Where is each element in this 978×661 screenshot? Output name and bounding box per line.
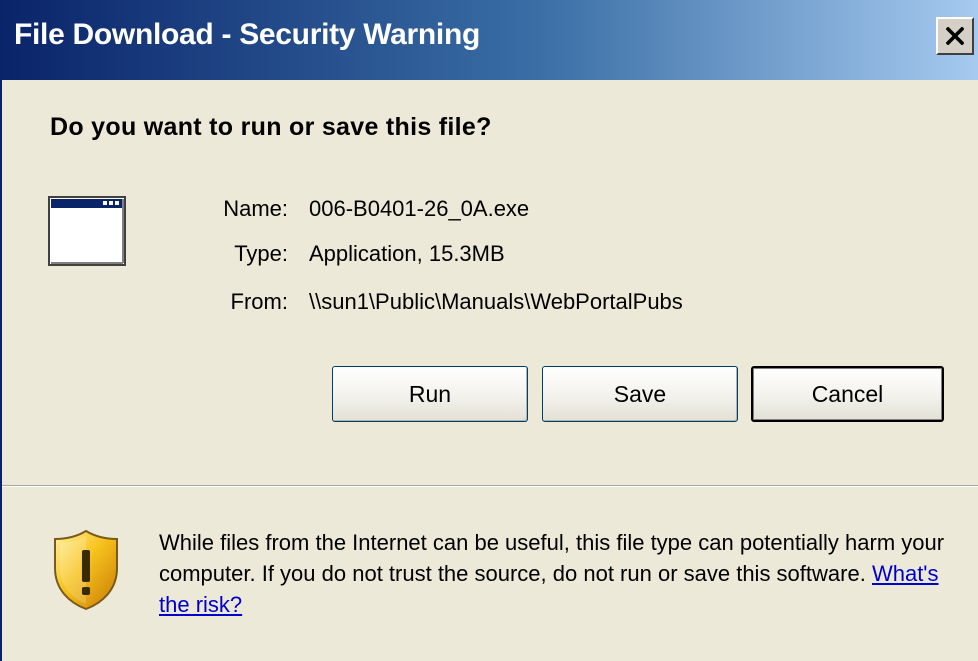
dialog-question: Do you want to run or save this file? (50, 113, 492, 141)
divider (2, 485, 978, 487)
from-label: From: (230, 289, 288, 314)
security-shield-icon (50, 528, 122, 612)
save-button[interactable]: Save (542, 366, 738, 422)
application-window-icon (48, 196, 126, 266)
title-bar[interactable]: File Download - Security Warning (2, 0, 978, 80)
file-source-value: \\sun1\Public\Manuals\WebPortalPubs (309, 289, 683, 314)
close-icon (946, 27, 964, 45)
run-button[interactable]: Run (332, 366, 528, 422)
name-label: Name: (223, 196, 288, 221)
from-label-box: From: (192, 289, 288, 319)
name-label-box: Name: (192, 196, 288, 226)
window-title: File Download - Security Warning (14, 18, 480, 51)
file-type-value: Application, 15.3MB (309, 241, 505, 266)
file-name-value: 006-B0401-26_0A.exe (309, 196, 530, 221)
security-warning-text: While files from the Internet can be use… (159, 527, 959, 620)
file-download-dialog: File Download - Security Warning Do you … (0, 0, 978, 661)
warning-message: While files from the Internet can be use… (159, 530, 945, 586)
cancel-button[interactable]: Cancel (751, 366, 944, 422)
close-button[interactable] (936, 17, 974, 55)
type-label-box: Type: (192, 241, 288, 271)
type-label: Type: (234, 241, 288, 266)
